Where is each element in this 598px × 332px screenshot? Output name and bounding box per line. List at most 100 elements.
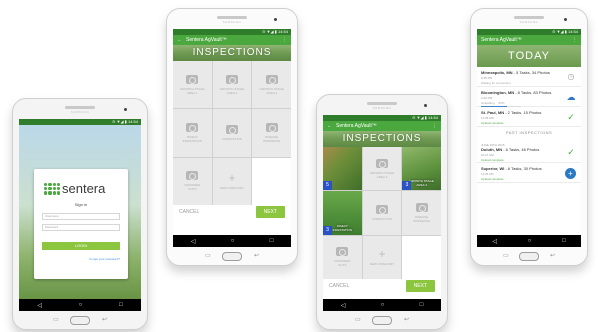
inspection-title: Minneapolis, MN - 5 Tasks, 34 Photos: [481, 70, 550, 75]
plus-icon: +: [228, 170, 236, 185]
nav-recents-icon[interactable]: □: [562, 238, 566, 244]
category-tile[interactable]: GROWTH STAGE AREA 3: [252, 61, 291, 109]
category-tile[interactable]: COMPACTION: [212, 109, 252, 157]
hw-back-icon[interactable]: ↩: [254, 252, 259, 259]
hardware-home-button[interactable]: [222, 252, 242, 261]
nav-recents-icon[interactable]: □: [119, 302, 123, 308]
android-nav-bar: ◁ ○ □: [19, 299, 141, 311]
cancel-button[interactable]: CANCEL: [179, 209, 199, 215]
upload-percent: 65%: [498, 101, 505, 105]
app-bar: ← Sentera AgVault™ ⋮: [323, 121, 441, 131]
inspections-screen: ⊝ ▼◢ ▮ 14:54 ← Sentera AgVault™ ⋮ INSPEC…: [173, 29, 291, 247]
category-tile[interactable]: COMPACTION: [362, 191, 402, 235]
cancel-button[interactable]: CANCEL: [329, 283, 349, 289]
category-label: DISEASE PRESENCE: [263, 134, 280, 143]
category-tile[interactable]: 5: [323, 147, 362, 191]
next-button[interactable]: NEXT: [255, 206, 285, 218]
inspection-title: St. Paul, MN - 2 Tasks, 15 Photos: [481, 110, 542, 115]
check-icon[interactable]: ✓: [566, 147, 576, 157]
check-icon[interactable]: ✓: [566, 112, 576, 122]
tablet-bottom-bezel: ▭ ↩: [471, 247, 587, 265]
device-brand-label: SAMSUNG: [70, 110, 90, 114]
inspection-item[interactable]: Bloomington, MN - 8 Tasks, 83 Photos 2:2…: [477, 87, 581, 108]
add-inspection-button[interactable]: +: [565, 168, 576, 179]
camera-icon: [225, 124, 238, 134]
app-title: Sentera AgVault™: [336, 123, 377, 129]
cloud-upload-icon[interactable]: ☁: [566, 92, 576, 102]
nav-home-icon[interactable]: ○: [231, 238, 235, 244]
status-bar: ⊝ ▼◢ ▮ 14:54: [19, 119, 141, 125]
hw-back-icon[interactable]: ↩: [102, 316, 107, 323]
nav-home-icon[interactable]: ○: [381, 302, 385, 308]
nav-home-icon[interactable]: ○: [528, 238, 532, 244]
front-camera: [274, 18, 277, 21]
nav-recents-icon[interactable]: □: [270, 238, 274, 244]
overflow-menu-icon[interactable]: ⋮: [572, 35, 577, 45]
category-tile[interactable]: DROWNED OUTS: [323, 235, 362, 279]
tablet-top-bezel: SAMSUNG: [13, 99, 147, 119]
tablet-top-bezel: SAMSUNG: [471, 9, 587, 29]
nav-home-icon[interactable]: ○: [79, 302, 83, 308]
category-tile[interactable]: INSECT INFESTATION: [173, 109, 212, 157]
category-tile[interactable]: INSECT INFESTATION 3: [323, 191, 362, 235]
inspection-item[interactable]: JUNE 10TH 2015 Duluth, MN - 6 Tasks, 46 …: [477, 139, 581, 163]
new-category-tile[interactable]: + NEW CATEGORY: [212, 157, 252, 205]
username-field[interactable]: Username: [42, 213, 120, 220]
hw-menu-icon[interactable]: ▭: [205, 252, 211, 259]
tablet-top-bezel: SAMSUNG: [167, 9, 297, 29]
category-tile[interactable]: DROWNED OUTS: [173, 157, 212, 205]
logo-text: sentera: [62, 181, 106, 196]
tablet-dashboard: SAMSUNG ⊝ ▼◢ ▮ 14:54 Sentera AgVault™ ⋮ …: [470, 8, 588, 266]
category-tile[interactable]: GROWTH STAGE AREA 2: [212, 61, 252, 109]
hw-back-icon[interactable]: ↩: [550, 252, 555, 259]
inspection-status: Waiting for connection: [481, 81, 511, 85]
app-bar: Sentera AgVault™ ⋮: [477, 35, 581, 45]
inspection-footer: CANCEL NEXT: [173, 205, 291, 219]
sentera-logo: sentera: [44, 181, 105, 196]
hw-back-icon[interactable]: ↩: [404, 316, 409, 323]
category-tile[interactable]: GROWTH STAGE AREA 1: [173, 61, 212, 109]
inspections-photos-screen: ⊝ ▼◢ ▮ 14:54 ← Sentera AgVault™ ⋮ INSPEC…: [323, 115, 441, 311]
hw-menu-icon[interactable]: ▭: [355, 316, 361, 323]
tablet-bottom-bezel: ▭ ↩: [13, 311, 147, 329]
today-heading: TODAY: [477, 45, 581, 67]
category-tile[interactable]: GROWTH STAGE AREA 33: [402, 147, 441, 191]
dashboard-screen: ⊝ ▼◢ ▮ 14:54 Sentera AgVault™ ⋮ TODAY Mi…: [477, 29, 581, 247]
inspection-item[interactable]: Minneapolis, MN - 5 Tasks, 34 Photos 3:4…: [477, 67, 581, 87]
new-category-tile[interactable]: + NEW CATEGORY: [362, 235, 402, 279]
nav-back-icon[interactable]: ◁: [492, 238, 497, 245]
front-camera: [424, 104, 427, 107]
back-arrow-icon[interactable]: ←: [177, 35, 182, 45]
overflow-menu-icon[interactable]: ⋮: [282, 35, 287, 45]
overflow-menu-icon[interactable]: ⋮: [432, 121, 437, 131]
inspection-item[interactable]: Superior, WI - 6 Tasks, 30 Photos 11:35 …: [477, 163, 581, 183]
device-brand-label: SAMSUNG: [222, 20, 242, 24]
tablet-bottom-bezel: ▭ ↩: [167, 247, 297, 265]
next-button[interactable]: NEXT: [405, 280, 435, 292]
inspection-item[interactable]: St. Paul, MN - 2 Tasks, 15 Photos 11:35 …: [477, 107, 581, 127]
forgot-password-link[interactable]: Forgot your password?: [89, 257, 120, 261]
category-label: DROWNED OUTS: [184, 183, 201, 192]
inspection-time: 11:35 AM: [481, 116, 494, 120]
password-field[interactable]: Password: [42, 224, 120, 231]
nav-back-icon[interactable]: ◁: [341, 302, 346, 309]
inspection-category-grid: 5 GROWTH STAGE AREA 2 GROWTH STAGE AREA 33…: [323, 147, 441, 279]
category-label: NEW CATEGORY: [219, 185, 245, 190]
hardware-home-button[interactable]: [70, 316, 90, 325]
clock-icon[interactable]: ◷: [566, 72, 576, 82]
hw-menu-icon[interactable]: ▭: [503, 252, 509, 259]
speaker-grille: [367, 102, 397, 105]
category-tile[interactable]: DISEASE PRESENCE: [402, 191, 441, 235]
nav-back-icon[interactable]: ◁: [191, 238, 196, 245]
android-nav-bar: ◁ ○ □: [477, 235, 581, 247]
back-arrow-icon[interactable]: ←: [327, 121, 332, 131]
tablet-inspections-photos: SAMSUNG ⊝ ▼◢ ▮ 14:54 ← Sentera AgVault™ …: [316, 94, 448, 330]
hardware-home-button[interactable]: [519, 252, 539, 261]
login-button[interactable]: LOGIN: [42, 242, 120, 250]
category-tile[interactable]: GROWTH STAGE AREA 2: [362, 147, 402, 191]
category-tile[interactable]: DISEASE PRESENCE: [252, 109, 291, 157]
hardware-home-button[interactable]: [372, 316, 392, 325]
nav-back-icon[interactable]: ◁: [37, 302, 42, 309]
nav-recents-icon[interactable]: □: [420, 302, 424, 308]
hw-menu-icon[interactable]: ▭: [53, 316, 59, 323]
